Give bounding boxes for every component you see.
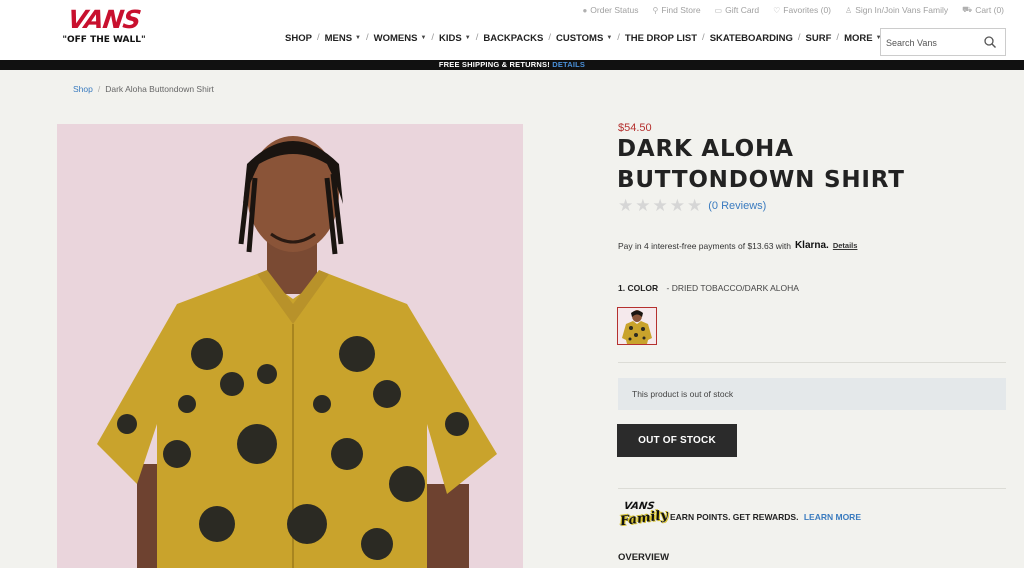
nav-item-customs[interactable]: CUSTOMS ▼ — [556, 32, 612, 44]
product-price: $54.50 — [618, 122, 652, 134]
nav-label: THE DROP LIST — [624, 32, 698, 44]
promo-details-link[interactable]: DETAILS — [552, 60, 585, 69]
family-promo-text-wrap: EARN POINTS. GET REWARDS. LEARN MORE — [670, 512, 861, 522]
klarna-text: Pay in 4 interest-free payments of $13.6… — [618, 240, 791, 251]
nav-label: KIDS — [439, 32, 462, 44]
utility-order-status[interactable]: ● Order Status — [582, 4, 638, 16]
nav-item-drop-list[interactable]: THE DROP LIST — [625, 32, 697, 44]
nav-label: SKATEBOARDING — [709, 32, 793, 44]
nav-separator: / — [475, 32, 479, 43]
utility-gift-card[interactable]: ▭ Gift Card — [715, 4, 760, 16]
reviews-link[interactable]: (0 Reviews) — [708, 200, 766, 212]
utility-favorites[interactable]: ♡ Favorites (0) — [773, 4, 831, 16]
info-circle-icon: ● — [582, 5, 588, 15]
nav-separator: / — [836, 32, 840, 43]
chevron-down-icon: ▼ — [464, 35, 471, 41]
utility-label: Cart (0) — [975, 5, 1004, 15]
nav-label: CUSTOMS — [555, 32, 604, 44]
nav-separator: / — [548, 32, 551, 43]
nav-separator: / — [617, 32, 620, 43]
utility-nav: ● Order Status ⚲ Find Store ▭ Gift Card … — [582, 4, 1004, 16]
nav-item-kids[interactable]: KIDS ▼ — [439, 32, 471, 44]
nav-item-womens[interactable]: WOMENS ▼ — [374, 32, 427, 44]
logo-wordmark: VANS — [66, 5, 143, 34]
divider — [618, 362, 1006, 363]
star-icon: ★ — [687, 196, 703, 215]
utility-label: Gift Card — [725, 5, 760, 15]
nav-item-shop[interactable]: SHOP — [285, 32, 312, 44]
nav-label: MORE — [844, 32, 873, 44]
nav-separator: / — [431, 32, 435, 43]
nav-label: BACKPACKS — [483, 32, 544, 44]
site-header: VANS "OFF THE WALL" ● Order Status ⚲ Fin… — [0, 0, 1024, 60]
color-step-label: 1. COLOR — [618, 283, 659, 293]
nav-separator: / — [702, 32, 705, 43]
utility-label: Find Store — [661, 5, 701, 15]
star-icon: ★ — [669, 196, 685, 215]
vans-logo[interactable]: VANS "OFF THE WALL" — [56, 5, 152, 50]
nav-label: WOMENS — [373, 32, 418, 44]
main-nav: SHOP / MENS ▼ / WOMENS ▼ / KIDS ▼ / BACKPAC… — [285, 32, 882, 44]
nav-item-backpacks[interactable]: BACKPACKS — [483, 32, 543, 44]
product-image[interactable] — [57, 124, 523, 568]
breadcrumb-current: Dark Aloha Buttondown Shirt — [105, 84, 214, 94]
promo-bar: FREE SHIPPING & RETURNS! DETAILS — [0, 60, 1024, 70]
color-selector-label: 1. COLOR - DRIED TOBACCO/DARK ALOHA — [618, 283, 799, 293]
nav-separator: / — [365, 32, 369, 43]
nav-label: SURF — [805, 32, 832, 44]
search-box — [880, 28, 1006, 56]
family-promo-text: EARN POINTS. GET REWARDS. — [670, 512, 799, 522]
product-rating: ★ ★ ★ ★ ★ (0 Reviews) — [618, 196, 766, 215]
star-icon: ★ — [652, 196, 668, 215]
utility-label: Favorites (0) — [783, 5, 832, 15]
user-icon: ♙ — [845, 5, 853, 15]
vans-family-promo: VANS Family EARN POINTS. GET REWARDS. LE… — [618, 500, 861, 534]
color-value: - DRIED TOBACCO/DARK ALOHA — [666, 283, 799, 293]
learn-more-link[interactable]: LEARN MORE — [804, 512, 861, 522]
nav-separator: / — [316, 32, 320, 43]
nav-item-mens[interactable]: MENS ▼ — [325, 32, 361, 44]
chevron-down-icon: ▼ — [420, 35, 427, 41]
klarna-financing: Pay in 4 interest-free payments of $13.6… — [618, 240, 857, 251]
nav-item-skateboarding[interactable]: SKATEBOARDING — [710, 32, 793, 44]
utility-sign-in[interactable]: ♙ Sign In/Join Vans Family — [845, 4, 948, 16]
klarna-details-link[interactable]: Details — [833, 241, 858, 250]
divider — [618, 488, 1006, 489]
utility-label: Sign In/Join Vans Family — [855, 5, 949, 15]
map-pin-icon: ⚲ — [652, 5, 659, 15]
out-of-stock-button[interactable]: OUT OF STOCK — [617, 424, 737, 457]
breadcrumb-separator: / — [97, 84, 101, 94]
nav-item-surf[interactable]: SURF — [806, 32, 832, 44]
chevron-down-icon: ▼ — [606, 35, 613, 41]
swatch-thumbnail — [622, 310, 652, 344]
klarna-logo: Klarna. — [794, 240, 829, 251]
product-photo — [97, 136, 497, 568]
search-icon[interactable] — [983, 35, 997, 49]
nav-label: MENS — [324, 32, 353, 44]
utility-label: Order Status — [590, 5, 639, 15]
color-swatch-dried-tobacco[interactable] — [617, 307, 657, 345]
heart-icon: ♡ — [773, 5, 781, 15]
nav-label: SHOP — [285, 32, 312, 44]
utility-find-store[interactable]: ⚲ Find Store — [652, 4, 700, 16]
breadcrumb: Shop / Dark Aloha Buttondown Shirt — [73, 84, 214, 94]
product-title: DARK ALOHA BUTTONDOWN SHIRT — [617, 136, 905, 193]
breadcrumb-shop-link[interactable]: Shop — [73, 84, 93, 94]
vans-family-logo: VANS Family — [618, 500, 669, 534]
promo-text: FREE SHIPPING & RETURNS! — [438, 60, 550, 69]
gift-icon: ▭ — [714, 5, 723, 15]
chevron-down-icon: ▼ — [355, 35, 361, 41]
out-of-stock-message: This product is out of stock — [618, 378, 1006, 410]
nav-item-more[interactable]: MORE ▼ — [844, 32, 881, 44]
star-icon: ★ — [618, 196, 634, 215]
nav-separator: / — [797, 32, 801, 43]
overview-heading[interactable]: OVERVIEW — [618, 552, 669, 563]
utility-cart[interactable]: ⛟ Cart (0) — [962, 4, 1004, 16]
cart-icon: ⛟ — [962, 5, 973, 14]
search-input[interactable] — [886, 35, 982, 51]
logo-tagline: "OFF THE WALL" — [62, 35, 146, 45]
rating-stars[interactable]: ★ ★ ★ ★ ★ — [618, 196, 703, 215]
star-icon: ★ — [635, 196, 651, 215]
